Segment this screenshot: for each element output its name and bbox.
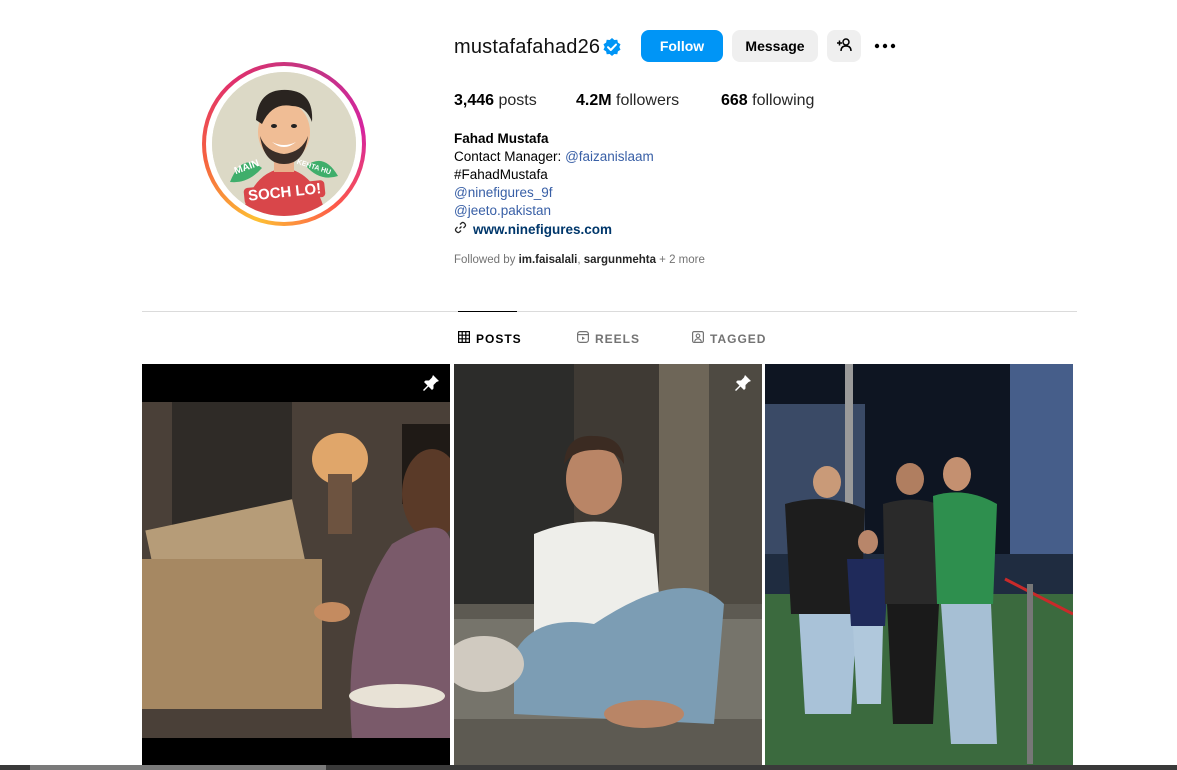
suggest-user-button[interactable] (827, 30, 861, 62)
posts-count: 3,446 (454, 92, 495, 109)
followers-count: 4.2M (576, 92, 612, 109)
bio-contact-line: Contact Manager: @faizanislaam (454, 149, 654, 164)
post-thumbnail-1[interactable] (142, 364, 450, 765)
followers-stat[interactable]: 4.2M followers (576, 92, 679, 110)
post-2-image (454, 364, 762, 765)
tagged-icon (692, 331, 705, 346)
active-tab-indicator (458, 311, 517, 312)
verified-badge-icon (602, 37, 622, 57)
followed-by-user-2[interactable]: sargunmehta (584, 254, 656, 266)
followers-label: followers (616, 92, 680, 109)
reels-icon (577, 331, 590, 346)
scrollbar-thumb[interactable] (30, 765, 326, 770)
bio-hashtag: #FahadMustafa (454, 167, 548, 182)
tab-reels-label: REELS (595, 331, 641, 346)
pinned-post-icon (733, 373, 753, 393)
profile-avatar[interactable]: MAIN KEHTA HU SOCH LO! (202, 62, 366, 226)
add-user-icon (836, 37, 852, 56)
followed-by-prefix: Followed by (454, 254, 519, 266)
tabs-divider (142, 311, 1077, 312)
bio-website-row[interactable]: www.ninefigures.com (454, 221, 612, 237)
following-stat[interactable]: 668 following (721, 92, 814, 110)
tab-posts[interactable]: POSTS (458, 331, 522, 346)
bio-contact-handle-link[interactable]: @faizanislaam (565, 149, 654, 164)
grid-icon (458, 331, 471, 346)
horizontal-scrollbar[interactable] (0, 765, 1177, 770)
more-options-icon[interactable] (874, 36, 896, 56)
bio-contact-prefix: Contact Manager: (454, 149, 566, 164)
tab-posts-label: POSTS (476, 331, 522, 346)
following-count: 668 (721, 92, 748, 109)
bio-link-jeeto-pakistan[interactable]: @jeeto.pakistan (454, 203, 551, 218)
followed-by-line[interactable]: Followed by im.faisalali, sargunmehta + … (454, 254, 705, 266)
pinned-post-icon (421, 373, 441, 393)
post-1-image (142, 364, 450, 765)
posts-stat: 3,446 posts (454, 92, 537, 110)
bio-link-ninefigures[interactable]: @ninefigures_9f (454, 185, 553, 200)
bio-full-name: Fahad Mustafa (454, 131, 549, 146)
profile-username: mustafafahad26 (454, 36, 601, 58)
tab-reels[interactable]: REELS (577, 331, 640, 346)
message-button[interactable]: Message (732, 30, 818, 62)
link-icon (454, 221, 467, 237)
post-thumbnail-2[interactable] (454, 364, 762, 765)
follow-button[interactable]: Follow (641, 30, 723, 62)
post-thumbnail-3[interactable] (765, 364, 1073, 765)
following-label: following (752, 92, 815, 109)
avatar-caricature-image: MAIN KEHTA HU SOCH LO! (212, 72, 356, 216)
followed-by-user-1[interactable]: im.faisalali (519, 254, 578, 266)
post-3-image (765, 364, 1073, 765)
posts-label: posts (498, 92, 537, 109)
bio-website-link[interactable]: www.ninefigures.com (473, 222, 612, 237)
followed-by-more[interactable]: + 2 more (656, 254, 705, 266)
tab-tagged-label: TAGGED (710, 331, 767, 346)
tab-tagged[interactable]: TAGGED (692, 331, 766, 346)
